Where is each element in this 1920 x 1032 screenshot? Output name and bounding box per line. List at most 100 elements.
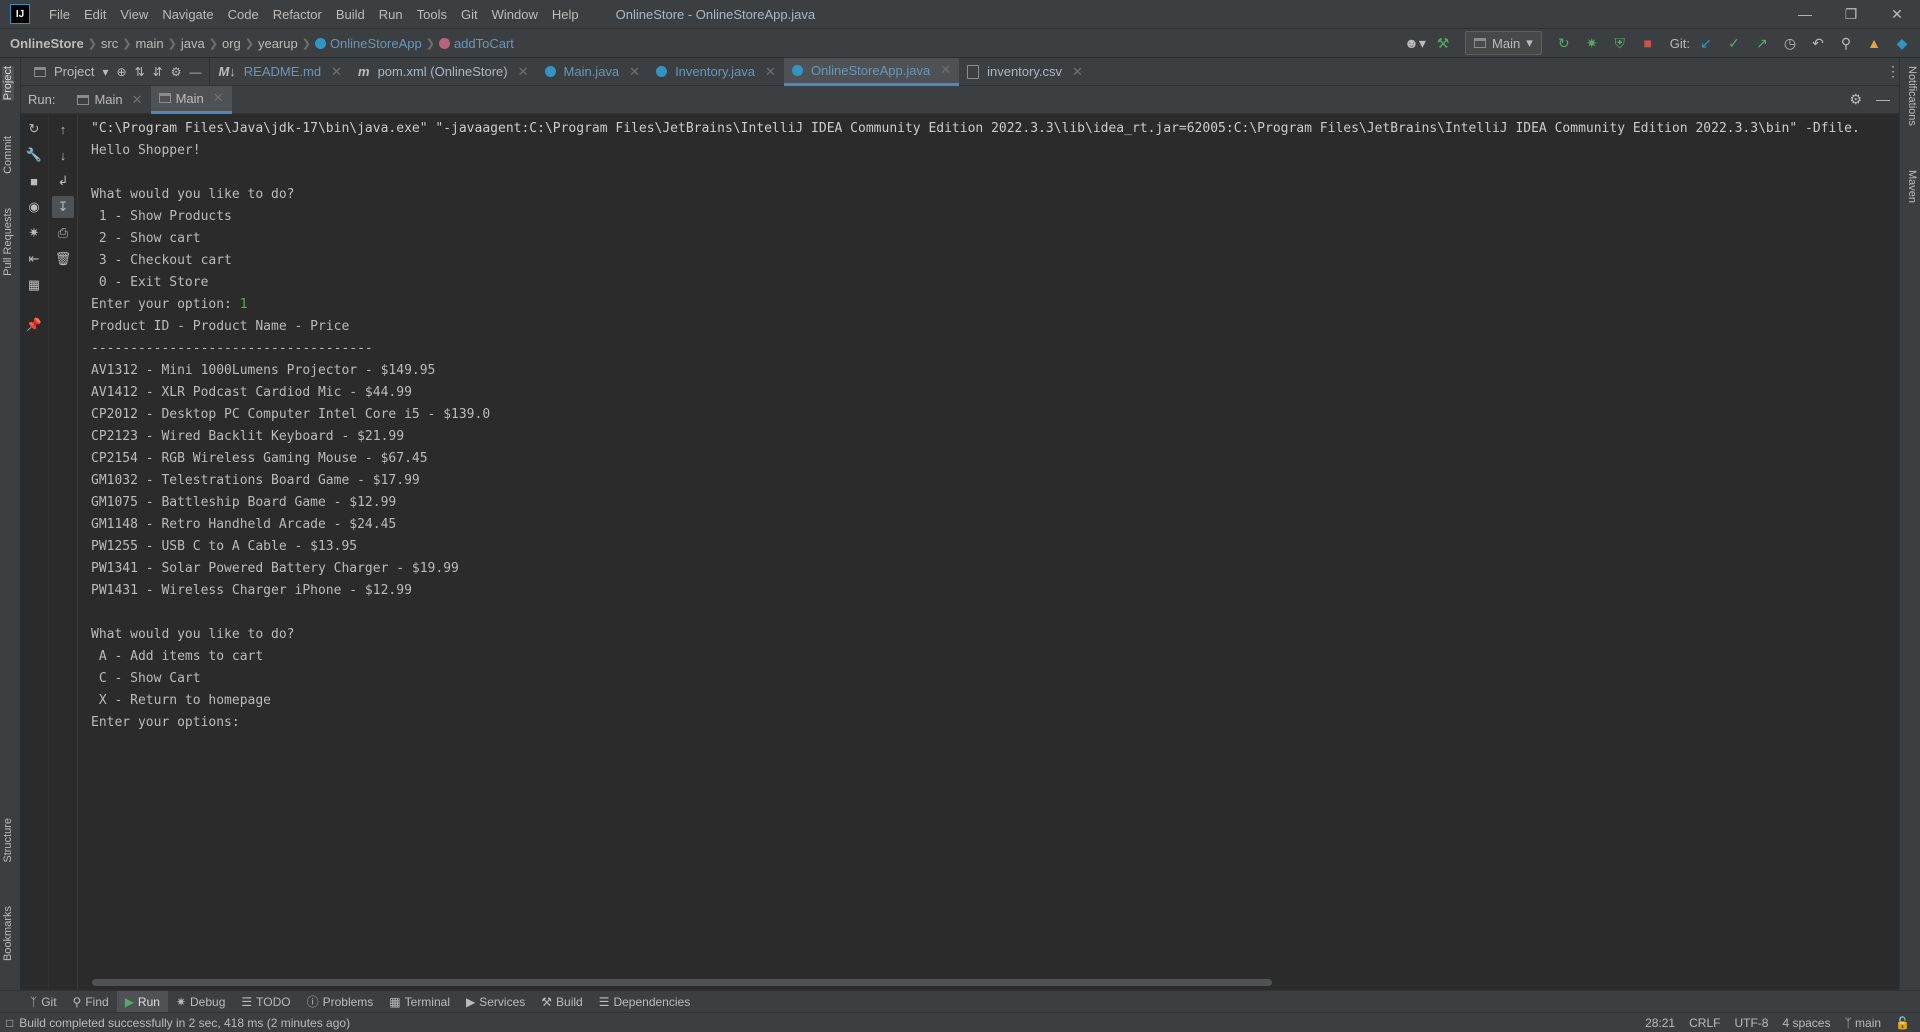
- tab-inventory-csv[interactable]: inventory.csv ✕: [959, 58, 1091, 86]
- close-tab-icon[interactable]: ✕: [213, 90, 224, 106]
- tab-readme[interactable]: M↓ README.md ✕: [210, 58, 350, 86]
- hide-panel-icon[interactable]: —: [1876, 91, 1890, 108]
- menu-view[interactable]: View: [113, 7, 155, 22]
- tool-find[interactable]: ⚲ Find: [65, 991, 117, 1013]
- stop-icon[interactable]: ■: [23, 170, 45, 192]
- breadcrumb-class[interactable]: OnlineStoreApp: [311, 36, 426, 51]
- gear-icon[interactable]: ⚙: [1849, 91, 1862, 108]
- close-tab-icon[interactable]: ✕: [1072, 64, 1083, 80]
- hide-icon[interactable]: —: [189, 65, 201, 79]
- run-tab-main-1[interactable]: Main ✕: [69, 86, 150, 114]
- status-message[interactable]: Build completed successfully in 2 sec, 4…: [19, 1016, 350, 1030]
- chevron-down-icon[interactable]: ▾: [102, 65, 108, 79]
- close-tab-icon[interactable]: ✕: [331, 64, 342, 80]
- build-hammer-icon[interactable]: ⚒: [1431, 32, 1455, 54]
- update-icon[interactable]: ▲: [1862, 32, 1886, 54]
- close-tab-icon[interactable]: ✕: [765, 64, 776, 80]
- ide-icon[interactable]: ◆: [1890, 32, 1914, 54]
- tool-window-pull-requests[interactable]: Pull Requests: [2, 208, 14, 276]
- line-separator[interactable]: CRLF: [1689, 1016, 1720, 1030]
- close-tab-icon[interactable]: ✕: [132, 92, 143, 108]
- tool-window-maven[interactable]: Maven: [1906, 170, 1918, 203]
- git-branch[interactable]: ᛉ main: [1844, 1016, 1881, 1030]
- stop-icon[interactable]: ■: [1636, 32, 1660, 54]
- menu-run[interactable]: Run: [372, 7, 410, 22]
- close-tab-icon[interactable]: ✕: [629, 64, 640, 80]
- tool-window-commit[interactable]: Commit: [2, 136, 14, 174]
- console-output[interactable]: "C:\Program Files\Java\jdk-17\bin\java.e…: [80, 114, 1896, 990]
- tab-onlinestoreapp-java[interactable]: OnlineStoreApp.java ✕: [783, 57, 960, 86]
- user-icon[interactable]: ☻▾: [1403, 32, 1427, 54]
- close-icon[interactable]: ✕: [1874, 0, 1920, 28]
- expand-all-icon[interactable]: ⇅: [135, 65, 145, 79]
- rollback-icon[interactable]: ↶: [1806, 32, 1830, 54]
- tool-debug[interactable]: ✷ Debug: [168, 991, 233, 1013]
- tab-inventory-java[interactable]: Inventory.java ✕: [648, 58, 784, 86]
- tool-window-bookmarks[interactable]: Bookmarks: [2, 906, 14, 961]
- tool-run[interactable]: ▶ Run: [116, 990, 168, 1013]
- scroll-to-end-icon[interactable]: ↧: [52, 196, 74, 218]
- indent-setting[interactable]: 4 spaces: [1782, 1016, 1830, 1030]
- breadcrumb-method[interactable]: addToCart: [435, 36, 518, 51]
- menu-navigate[interactable]: Navigate: [155, 7, 220, 22]
- menu-git[interactable]: Git: [454, 7, 485, 22]
- tool-services[interactable]: ▶ Services: [458, 991, 533, 1013]
- run-configuration-select[interactable]: Main ▾: [1465, 31, 1542, 55]
- caret-position[interactable]: 28:21: [1645, 1016, 1675, 1030]
- tool-window-project[interactable]: Project: [2, 66, 14, 101]
- file-encoding[interactable]: UTF-8: [1734, 1016, 1768, 1030]
- arrow-down-icon[interactable]: ↓: [52, 144, 74, 166]
- soft-wrap-icon[interactable]: ↲: [52, 170, 74, 192]
- tab-main-java[interactable]: Main.java ✕: [537, 58, 649, 86]
- close-tab-icon[interactable]: ✕: [940, 62, 951, 78]
- tool-todo[interactable]: ☰ TODO: [233, 991, 298, 1013]
- lock-icon[interactable]: 🔓: [1895, 1016, 1910, 1030]
- tool-window-notifications[interactable]: Notifications: [1906, 66, 1918, 126]
- print-icon[interactable]: ⎙: [52, 222, 74, 244]
- history-icon[interactable]: ◷: [1778, 32, 1802, 54]
- breadcrumb-src[interactable]: src: [97, 36, 122, 51]
- status-panel-icon[interactable]: □: [6, 1016, 13, 1030]
- tool-window-structure[interactable]: Structure: [2, 818, 14, 863]
- minimize-icon[interactable]: —: [1782, 0, 1828, 28]
- tool-build[interactable]: ⚒ Build: [533, 991, 590, 1013]
- git-update-icon[interactable]: ↙: [1694, 32, 1718, 54]
- breadcrumb-project[interactable]: OnlineStore: [0, 36, 88, 51]
- restore-icon[interactable]: ❐: [1828, 0, 1874, 28]
- menu-build[interactable]: Build: [329, 7, 372, 22]
- breadcrumb-org[interactable]: org: [218, 36, 245, 51]
- debug-icon[interactable]: ✷: [1580, 32, 1604, 54]
- tool-terminal[interactable]: ▦ Terminal: [381, 991, 458, 1013]
- search-icon[interactable]: ⚲: [1834, 32, 1858, 54]
- project-tool-header[interactable]: Project ▾ ⊕ ⇅ ⇵ ⚙ —: [0, 57, 211, 86]
- locate-icon[interactable]: ⊕: [117, 65, 127, 79]
- camera-icon[interactable]: ◉: [23, 196, 45, 218]
- wrench-icon[interactable]: 🔧: [23, 144, 45, 166]
- arrow-up-icon[interactable]: ↑: [52, 118, 74, 140]
- layout-icon[interactable]: ▦: [23, 274, 45, 296]
- debug-icon[interactable]: ✷: [23, 222, 45, 244]
- close-tab-icon[interactable]: ✕: [518, 64, 529, 80]
- git-commit-icon[interactable]: ✓: [1722, 32, 1746, 54]
- breadcrumb-yearup[interactable]: yearup: [254, 36, 302, 51]
- rerun-icon[interactable]: ↻: [23, 118, 45, 140]
- collapse-all-icon[interactable]: ⇵: [153, 65, 163, 79]
- menu-help[interactable]: Help: [545, 7, 586, 22]
- tool-dependencies[interactable]: ☰ Dependencies: [591, 991, 699, 1013]
- menu-code[interactable]: Code: [221, 7, 266, 22]
- horizontal-scrollbar[interactable]: [92, 979, 1272, 986]
- run-tab-main-2[interactable]: Main ✕: [150, 85, 232, 114]
- tab-pom[interactable]: m pom.xml (OnlineStore) ✕: [350, 58, 537, 86]
- coverage-icon[interactable]: ⛨: [1608, 32, 1632, 54]
- menu-edit[interactable]: Edit: [77, 7, 113, 22]
- git-push-icon[interactable]: ↗: [1750, 32, 1774, 54]
- exit-icon[interactable]: ⇤: [23, 248, 45, 270]
- menu-refactor[interactable]: Refactor: [266, 7, 329, 22]
- breadcrumb-java[interactable]: java: [177, 36, 209, 51]
- tool-git[interactable]: ᛉ Git: [22, 991, 65, 1013]
- menu-window[interactable]: Window: [485, 7, 545, 22]
- rerun-icon[interactable]: ↻: [1552, 32, 1576, 54]
- tool-problems[interactable]: ⓘ Problems: [299, 991, 382, 1013]
- trash-icon[interactable]: 🗑: [52, 248, 74, 270]
- menu-file[interactable]: File: [42, 7, 77, 22]
